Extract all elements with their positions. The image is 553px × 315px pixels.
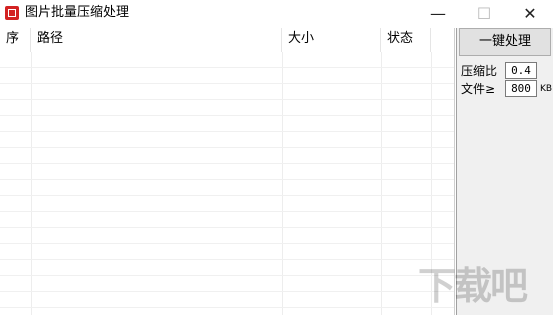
column-header-index[interactable]: 序 xyxy=(0,28,31,52)
column-header-size[interactable]: 大小 xyxy=(282,28,381,52)
maximize-icon: ☐ xyxy=(476,4,492,23)
table-row[interactable] xyxy=(0,84,454,100)
table-row[interactable] xyxy=(0,180,454,196)
list-rows xyxy=(0,52,454,315)
file-size-input[interactable]: 800 xyxy=(505,80,537,97)
minimize-button[interactable]: — xyxy=(415,0,461,28)
table-row[interactable] xyxy=(0,292,454,308)
file-size-unit: KB xyxy=(540,84,553,94)
table-row[interactable] xyxy=(0,100,454,116)
close-icon: ✕ xyxy=(523,4,537,23)
process-all-button[interactable]: 一键处理 xyxy=(459,28,551,56)
column-header-path[interactable]: 路径 xyxy=(31,28,282,52)
list-header: 序 路径 大小 状态 xyxy=(0,28,454,52)
ratio-input[interactable]: 0.4 xyxy=(505,62,537,79)
maximize-button[interactable]: ☐ xyxy=(461,0,507,28)
watermark-text: 下载吧 xyxy=(418,264,528,308)
table-row[interactable] xyxy=(0,308,454,315)
watermark-logo: 下载吧 xyxy=(418,262,548,310)
table-row[interactable] xyxy=(0,244,454,260)
table-row[interactable] xyxy=(0,276,454,292)
table-row[interactable] xyxy=(0,52,454,68)
table-row[interactable] xyxy=(0,260,454,276)
column-header-status[interactable]: 状态 xyxy=(381,28,431,52)
table-row[interactable] xyxy=(0,116,454,132)
file-list[interactable]: 序 路径 大小 状态 xyxy=(0,28,455,315)
table-row[interactable] xyxy=(0,132,454,148)
window-title: 图片批量压缩处理 xyxy=(25,5,130,20)
app-icon xyxy=(5,6,19,20)
title-bar: 图片批量压缩处理 — ☐ ✕ xyxy=(0,0,553,28)
table-row[interactable] xyxy=(0,196,454,212)
table-row[interactable] xyxy=(0,228,454,244)
table-row[interactable] xyxy=(0,164,454,180)
minimize-icon: — xyxy=(430,4,446,23)
file-size-label: 文件≥ xyxy=(461,82,496,96)
table-row[interactable] xyxy=(0,68,454,84)
close-button[interactable]: ✕ xyxy=(507,0,553,28)
ratio-label: 压缩比 xyxy=(461,64,498,78)
table-row[interactable] xyxy=(0,212,454,228)
table-row[interactable] xyxy=(0,148,454,164)
